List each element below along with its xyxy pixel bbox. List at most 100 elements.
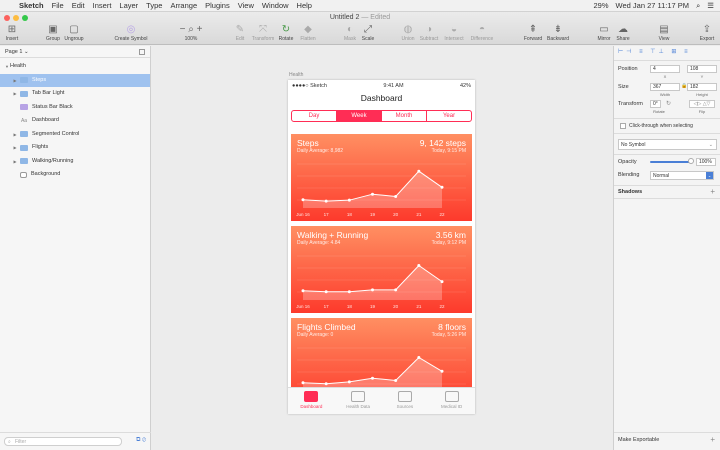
card-subtitle: Daily Average: 8,982: [297, 148, 344, 154]
disclosure-triangle-icon[interactable]: ▶: [12, 128, 18, 142]
opacity-field[interactable]: 100%: [696, 158, 716, 166]
segment-month[interactable]: Month: [382, 111, 427, 121]
view-icon: ▤: [659, 24, 669, 35]
download-icon: [397, 391, 412, 402]
menu-view[interactable]: View: [238, 0, 254, 12]
chart-tick-label: 17: [324, 304, 330, 309]
chart-point: [301, 381, 305, 385]
chart-point: [324, 199, 328, 203]
clickthrough-checkbox[interactable]: [620, 123, 626, 129]
menu-layer[interactable]: Layer: [119, 0, 138, 12]
make-exportable-label[interactable]: Make Exportable: [618, 437, 659, 443]
folder-icon: [20, 77, 28, 84]
card-steps[interactable]: Jun 16 17 18 19 20 21 22 Steps 9, 142 steps Daily…: [291, 134, 472, 221]
layer-row-walking-running[interactable]: ▶ Walking/Running: [0, 155, 150, 169]
menu-arrange[interactable]: Arrange: [170, 0, 197, 12]
tab-medical-id[interactable]: Medical ID: [428, 388, 475, 414]
menu-insert[interactable]: Insert: [93, 0, 112, 12]
add-shadow-icon[interactable]: +: [710, 187, 715, 196]
height-field[interactable]: 182: [687, 83, 717, 91]
width-sublabel: Width: [659, 92, 671, 97]
alignment-toolbar[interactable]: ⊢⊣ ≡ ⊤⊥ ⊞ ≡: [618, 48, 716, 58]
card-walking-running[interactable]: Jun 16 17 18 19 20 21 22 Walking + Running 3.56 …: [291, 226, 472, 313]
menu-edit[interactable]: Edit: [72, 0, 85, 12]
tab-label: Dashboard: [300, 404, 323, 409]
rotate-sublabel: Rotate: [653, 109, 665, 114]
tab-health-data[interactable]: Health Data: [335, 388, 382, 414]
layer-label: Segmented Control: [32, 130, 80, 137]
scale-icon: ⤢: [364, 24, 372, 35]
insert-button[interactable]: ⊞ Insert: [0, 24, 32, 42]
layer-row-tab-bar-light[interactable]: ▶ Tab Bar Light: [0, 87, 150, 101]
disclosure-triangle-icon[interactable]: ▶: [12, 155, 18, 169]
y-field[interactable]: 108: [687, 65, 717, 73]
layer-row-flights[interactable]: ▶ Flights: [0, 141, 150, 155]
add-export-icon[interactable]: +: [710, 435, 715, 444]
battery-status[interactable]: 29%: [594, 0, 609, 12]
scale-button[interactable]: ⤢ Scale: [348, 24, 388, 42]
disclosure-triangle-icon[interactable]: ▶: [12, 141, 18, 155]
menu-file[interactable]: File: [52, 0, 64, 12]
list-icon[interactable]: ☰: [707, 0, 714, 12]
clock[interactable]: Wed Jan 27 11:17 PM: [616, 0, 690, 12]
layer-row-health[interactable]: ▼ Health: [0, 60, 150, 74]
symbol-select[interactable]: No Symbol ⌄: [618, 139, 717, 150]
disclosure-triangle-icon[interactable]: ▶: [12, 74, 18, 88]
chart-point: [394, 288, 398, 292]
plus-icon: ⊞: [7, 24, 17, 35]
artboard-name[interactable]: Health: [289, 72, 303, 78]
flatten-icon: ◆: [304, 24, 312, 35]
layer-row-steps[interactable]: ▶ Steps: [0, 73, 150, 88]
canvas[interactable]: Health ●●●●○ Sketch 9:41 AM 42% Dashboar…: [152, 46, 612, 450]
ungroup-button[interactable]: ▢ Ungroup: [54, 24, 94, 42]
opacity-slider[interactable]: [650, 161, 690, 163]
opacity-slider-knob[interactable]: [688, 158, 694, 164]
segment-week[interactable]: Week: [337, 111, 382, 121]
layer-row-background[interactable]: Background: [0, 168, 150, 182]
chart-tick-label: 17: [324, 212, 330, 217]
rotate-icon[interactable]: ↻: [666, 100, 671, 107]
segment-day[interactable]: Day: [292, 111, 337, 121]
menu-app-name[interactable]: Sketch: [19, 0, 44, 12]
difference-button[interactable]: ◓ Difference: [462, 24, 502, 42]
export-button[interactable]: ⇪ Export: [687, 24, 720, 42]
menu-help[interactable]: Help: [297, 0, 312, 12]
blending-select[interactable]: Normal ⌄: [650, 171, 714, 180]
x-field[interactable]: 4: [650, 65, 680, 73]
segmented-control[interactable]: Day Week Month Year: [291, 110, 472, 122]
menu-window[interactable]: Window: [262, 0, 289, 12]
artboard[interactable]: ●●●●○ Sketch 9:41 AM 42% Dashboard Day We…: [288, 80, 475, 414]
tab-sources[interactable]: Sources: [382, 388, 429, 414]
flip-toggle[interactable]: ◁▷ △▽: [689, 100, 715, 108]
layer-row-dashboard[interactable]: Aa Dashboard: [0, 114, 150, 128]
page-toggle-icon[interactable]: [139, 49, 145, 55]
share-button[interactable]: ☁ Share: [603, 24, 643, 42]
disclosure-triangle-icon[interactable]: ▶: [12, 87, 18, 101]
search-icon[interactable]: ⌕: [696, 0, 700, 12]
rotation-field[interactable]: 0°: [650, 100, 661, 108]
chart-tick-label: 19: [370, 304, 376, 309]
zoom-control[interactable]: − ⌕ +100%: [171, 24, 211, 42]
difference-icon: ◓: [478, 24, 486, 35]
layer-row-status-bar-black[interactable]: Status Bar Black: [0, 101, 150, 115]
menu-plugins[interactable]: Plugins: [205, 0, 230, 12]
layer-label: Status Bar Black: [32, 103, 73, 110]
width-field[interactable]: 367: [650, 83, 680, 91]
filter-input[interactable]: ⌕ Filter: [4, 437, 122, 446]
segment-year[interactable]: Year: [427, 111, 471, 121]
tab-dashboard[interactable]: Dashboard: [288, 388, 335, 414]
layer-row-segmented-control[interactable]: ▶ Segmented Control: [0, 128, 150, 142]
page-selector[interactable]: Page 1 ⌄: [0, 46, 150, 58]
create-symbol-button[interactable]: ◎ Create Symbol: [111, 24, 151, 42]
zoom-icon: − ⌕ +: [179, 24, 203, 35]
flatten-button[interactable]: ◆ Flatten: [288, 24, 328, 42]
y-sublabel: Y: [700, 74, 704, 79]
backward-button[interactable]: ⇟ Backward: [538, 24, 578, 42]
chart-point: [324, 290, 328, 294]
filter-options-icon[interactable]: ⧉ ⊘: [136, 437, 146, 444]
folder-icon: [20, 90, 28, 97]
view-button[interactable]: ▤ View: [644, 24, 684, 42]
menu-type[interactable]: Type: [146, 0, 162, 12]
text-icon: Aa: [20, 117, 28, 124]
chart-point: [301, 198, 305, 202]
